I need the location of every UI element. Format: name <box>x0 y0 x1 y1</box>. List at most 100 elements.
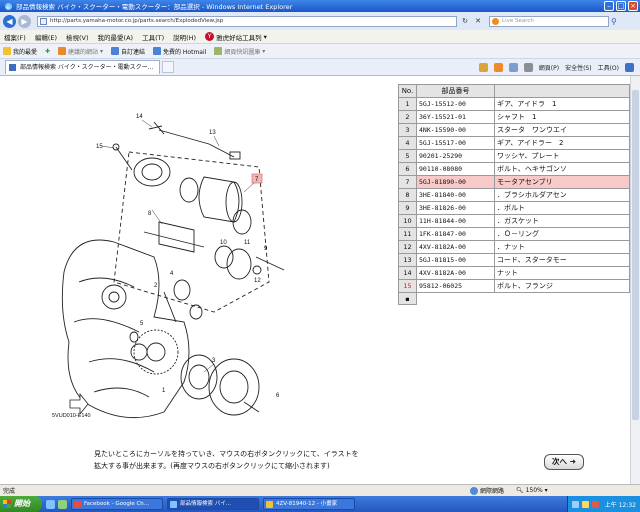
table-row[interactable]: 11 1FK-81847-00 ．Ｏ－リング <box>398 227 630 241</box>
part-number[interactable]: 11H-81844-00 <box>416 214 495 228</box>
search-input[interactable]: Live Search <box>489 15 609 27</box>
quick-ie-icon[interactable] <box>46 499 55 509</box>
quick-desktop-icon[interactable] <box>58 499 67 509</box>
row-number: 7 <box>398 175 417 189</box>
stop-icon[interactable]: ✕ <box>473 16 483 26</box>
part-number[interactable]: 36Y-15521-01 <box>416 110 495 124</box>
url-text: http://parts.yamaha-motor.co.jp/parts.se… <box>50 17 224 24</box>
fav-hotmail[interactable]: 免費的 Hotmail <box>153 47 206 56</box>
callout-11: 11 <box>244 240 251 246</box>
tray-security-icon[interactable] <box>591 500 599 508</box>
favorites-button[interactable]: 我的最愛 <box>3 47 37 56</box>
menu-view[interactable]: 檢視(V) <box>66 32 89 42</box>
gasket <box>214 245 234 269</box>
mail-icon[interactable] <box>508 62 518 72</box>
part-number[interactable]: 90201-25290 <box>416 149 495 163</box>
scrollbar-thumb[interactable] <box>632 90 639 420</box>
part-number[interactable]: 5GJ-15512-00 <box>416 97 495 111</box>
start-button[interactable]: 開始 <box>0 496 42 512</box>
armature-shaft <box>143 231 205 248</box>
idler-gear-1 <box>133 329 179 375</box>
table-row[interactable]: 15 95812-06025 ボルト、フランジ <box>398 279 630 293</box>
back-button[interactable]: ◀ <box>3 14 16 28</box>
table-row[interactable]: 14 4XV-8182A-00 ナット <box>398 266 630 280</box>
help-icon[interactable] <box>625 62 634 72</box>
table-row[interactable]: 6 90110-08080 ボルト、ヘキサゴンソ <box>398 162 630 176</box>
globe-icon <box>470 486 478 495</box>
table-row[interactable]: 1 5GJ-15512-00 ギア、アイドラ 1 <box>398 97 630 111</box>
part-name: ．ガスケット <box>494 214 630 228</box>
part-number[interactable]: 5GJ-81815-00 <box>416 253 495 267</box>
part-number[interactable]: 4XV-8182A-00 <box>416 266 495 280</box>
vertical-scrollbar[interactable] <box>630 76 640 484</box>
print-icon[interactable] <box>523 62 533 72</box>
safety-menu[interactable]: 安全性(S) <box>565 63 592 72</box>
brush-holder-inner <box>141 163 163 181</box>
table-row[interactable]: 12 4XV-8182A-00 ．ナット <box>398 240 630 254</box>
part-number[interactable]: 5GJ-81890-00 <box>416 175 495 189</box>
minimize-button[interactable]: – <box>604 1 614 11</box>
cable-end <box>148 121 165 135</box>
tab-parts-search[interactable]: 部品情報検索 バイク・スクーター・電動スクー... <box>5 60 161 74</box>
table-row[interactable]: 4 5GJ-15517-00 ギア、アイドラー 2 <box>398 136 630 150</box>
add-favorite-icon[interactable]: ✚ <box>45 48 50 55</box>
fav-custom-links[interactable]: 自訂連結 <box>110 47 145 56</box>
menu-file[interactable]: 檔案(F) <box>4 32 26 42</box>
table-row[interactable]: 3 4NK-15590-00 スタータ ワンウエイ <box>398 123 630 137</box>
table-row[interactable]: 10 11H-81844-00 ．ガスケット <box>398 214 630 228</box>
part-number[interactable]: 95812-06025 <box>416 279 495 293</box>
star-icon <box>3 47 11 55</box>
url-input[interactable]: http://parts.yamaha-motor.co.jp/parts.se… <box>37 15 457 27</box>
task-facebook[interactable]: Facebook - Google Ch... <box>71 498 163 510</box>
part-number[interactable]: 4NK-15590-00 <box>416 123 495 137</box>
table-row[interactable]: 8 3HE-81840-00 ．ブラシホルダアセン <box>398 188 630 202</box>
table-row[interactable]: 7 5GJ-81890-00 モータアセンブリ <box>398 175 630 189</box>
task-paint[interactable]: 4ZV-81940-12 - 小畫家 <box>263 498 355 510</box>
fav-web-slice[interactable]: 網頁快訊圖庫 ▾ <box>214 47 265 56</box>
feeds-icon[interactable] <box>493 62 503 72</box>
home-icon[interactable] <box>478 62 488 72</box>
new-tab-button[interactable] <box>162 61 175 73</box>
maximize-button[interactable]: □ <box>616 1 626 11</box>
idler-gear-1-hub <box>146 342 166 362</box>
taskbar: 開始 Facebook - Google Ch... 部品情報検索 バイ... … <box>0 496 640 512</box>
part-number[interactable]: 1FK-81847-00 <box>416 227 495 241</box>
zoom-level[interactable]: 🔍︎ 150% ▾ <box>516 487 548 494</box>
o-ring-1 <box>179 177 199 203</box>
menu-favorites[interactable]: 我的最愛(A) <box>98 32 134 42</box>
part-number[interactable]: 5GJ-15517-00 <box>416 136 495 150</box>
security-zone: 網際網路 <box>470 486 504 495</box>
table-row[interactable]: 5 90201-25290 ワッシヤ、プレート <box>398 149 630 163</box>
table-row[interactable]: 9 3HE-81826-00 ．ボルト <box>398 201 630 215</box>
page-menu[interactable]: 網頁(P) <box>539 63 559 72</box>
next-button-label: 次へ <box>552 457 568 466</box>
arrow-right-icon: ➜ <box>569 457 576 466</box>
forward-button[interactable]: ▶ <box>18 14 31 28</box>
table-row[interactable]: 2 36Y-15521-01 シャフト 1 <box>398 110 630 124</box>
yahoo-icon: Y <box>205 32 215 41</box>
yahoo-toolbar[interactable]: Y 雅虎好站工具列 ▾ <box>205 32 267 42</box>
tray-network-icon[interactable] <box>571 500 579 508</box>
next-button[interactable]: 次へ ➜ <box>544 454 584 470</box>
menu-tools[interactable]: 工具(T) <box>142 32 164 42</box>
part-number[interactable]: 3HE-81826-00 <box>416 201 495 215</box>
task-parts-search[interactable]: 部品情報検索 バイ... <box>167 498 259 510</box>
status-text: 完成 <box>3 488 16 495</box>
close-button[interactable]: × <box>628 1 638 11</box>
part-number[interactable]: 3HE-81840-00 <box>416 188 495 202</box>
part-name: ナット <box>494 266 630 280</box>
search-go-icon[interactable]: ⚲ <box>611 17 617 26</box>
fav-suggested-sites[interactable]: 建議的網站 ▾ <box>58 47 103 56</box>
tools-menu[interactable]: 工具(O) <box>598 63 619 72</box>
search-placeholder: Live Search <box>502 17 534 24</box>
part-number[interactable]: 4XV-8182A-00 <box>416 240 495 254</box>
table-row[interactable]: 13 5GJ-81815-00 コード、スタータモー <box>398 253 630 267</box>
part-number[interactable]: 90110-08080 <box>416 162 495 176</box>
exploded-view-diagram[interactable]: 14 13 15 7 6 5 4 3 2 8 9 10 11 12 1 5VUD… <box>44 82 394 437</box>
refresh-icon[interactable]: ↻ <box>460 16 470 26</box>
menu-edit[interactable]: 編輯(E) <box>35 32 57 42</box>
favorites-label: 我的最愛 <box>13 48 38 56</box>
tray-volume-icon[interactable] <box>581 500 589 508</box>
part-name: ．ナット <box>494 240 630 254</box>
menu-help[interactable]: 說明(H) <box>173 32 196 42</box>
